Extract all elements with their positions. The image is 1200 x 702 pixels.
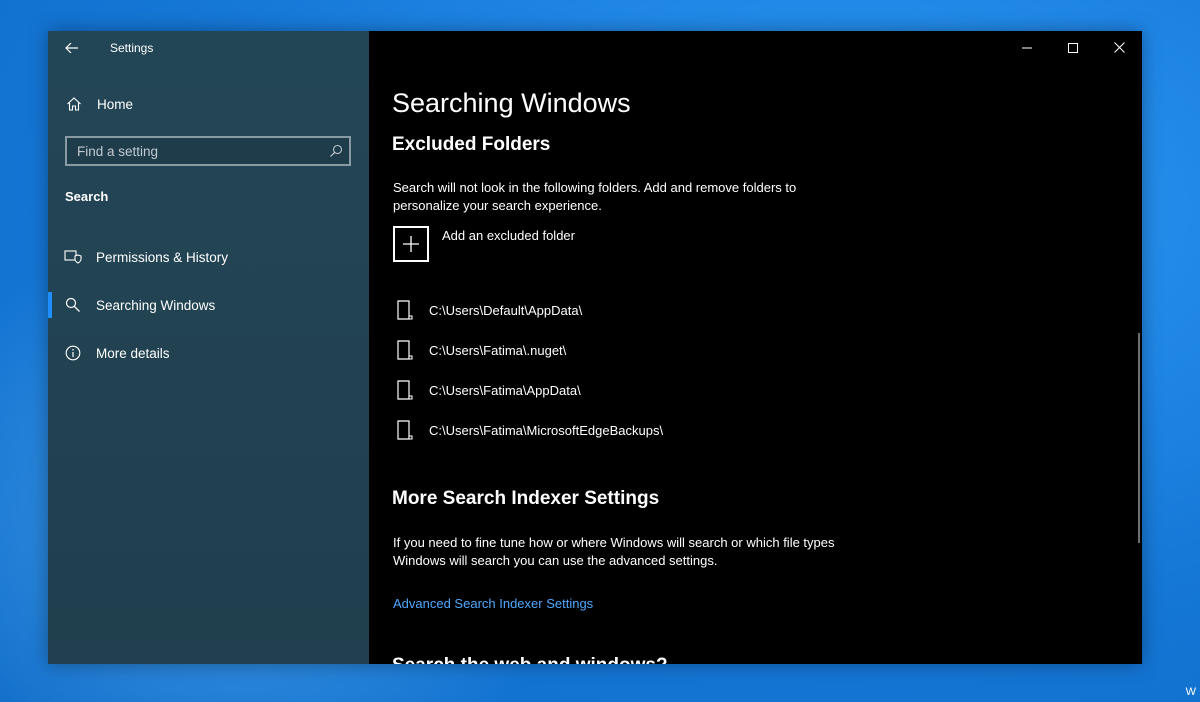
close-icon: [1113, 42, 1125, 53]
find-setting-input[interactable]: [67, 137, 323, 165]
sidebar-item-label: More details: [96, 345, 170, 361]
folder-path: C:\Users\Default\AppData\: [429, 302, 583, 318]
folder-path: C:\Users\Fatima\AppData\: [429, 382, 581, 398]
indexer-settings-description: If you need to fine tune how or where Wi…: [393, 535, 835, 568]
app-title: Settings: [110, 41, 154, 55]
folder-icon: [396, 420, 414, 440]
next-section-heading: Search the web and windows?: [392, 655, 668, 664]
minimize-icon: [1022, 47, 1032, 48]
close-button[interactable]: [1096, 31, 1142, 64]
add-excluded-folder-button[interactable]: Add an excluded folder: [393, 226, 575, 262]
info-icon: [64, 344, 82, 362]
home-icon: [66, 96, 82, 112]
excluded-folder-item[interactable]: C:\Users\Fatima\MicrosoftEdgeBackups\: [396, 418, 663, 442]
maximize-icon: [1068, 42, 1078, 53]
plus-icon: [393, 226, 429, 262]
find-setting-search-box: [65, 136, 351, 166]
sidebar-section-title: Search: [65, 189, 109, 204]
maximize-button[interactable]: [1050, 31, 1096, 64]
sidebar-item-searching-windows[interactable]: Searching Windows: [48, 286, 369, 324]
advanced-indexer-settings-link[interactable]: Advanced Search Indexer Settings: [393, 596, 593, 611]
folder-icon: [396, 300, 414, 320]
excluded-folder-item[interactable]: C:\Users\Fatima\.nuget\: [396, 338, 566, 362]
page-title: Searching Windows: [392, 88, 631, 118]
indexer-settings-heading: More Search Indexer Settings: [392, 488, 660, 509]
caption-buttons: [1004, 31, 1142, 64]
title-bar: Settings: [48, 31, 369, 65]
sidebar-item-permissions-history[interactable]: Permissions & History: [48, 238, 369, 276]
search-icon: [64, 296, 82, 314]
back-arrow-icon: [65, 42, 78, 54]
sidebar: Settings Home Search: [48, 31, 369, 664]
folder-icon: [396, 340, 414, 360]
folder-path: C:\Users\Fatima\MicrosoftEdgeBackups\: [429, 422, 664, 438]
settings-window: Settings Home Search: [48, 31, 1142, 664]
excluded-folder-item[interactable]: C:\Users\Fatima\AppData\: [396, 378, 581, 402]
minimize-button[interactable]: [1004, 31, 1050, 64]
desktop-background: Settings Home Search: [0, 0, 1200, 702]
excluded-folders-heading: Excluded Folders: [392, 134, 551, 155]
folder-icon: [396, 380, 414, 400]
home-label: Home: [97, 96, 134, 112]
permissions-shield-icon: [64, 248, 82, 266]
folder-path: C:\Users\Fatima\.nuget\: [429, 342, 567, 358]
scrollbar[interactable]: [1138, 333, 1140, 543]
excluded-folder-item[interactable]: C:\Users\Default\AppData\: [396, 298, 582, 322]
sidebar-item-label: Searching Windows: [96, 297, 216, 313]
excluded-folders-description: Search will not look in the following fo…: [393, 180, 797, 213]
content-pane: Searching Windows Excluded Folders Searc…: [369, 31, 1142, 664]
sidebar-item-more-details[interactable]: More details: [48, 334, 369, 372]
sidebar-item-home[interactable]: Home: [48, 89, 369, 119]
back-button[interactable]: [48, 31, 96, 65]
sidebar-item-label: Permissions & History: [96, 249, 229, 265]
search-icon[interactable]: [323, 144, 349, 158]
add-excluded-folder-label: Add an excluded folder: [442, 228, 575, 243]
desktop-corner-text: W: [1185, 686, 1196, 698]
